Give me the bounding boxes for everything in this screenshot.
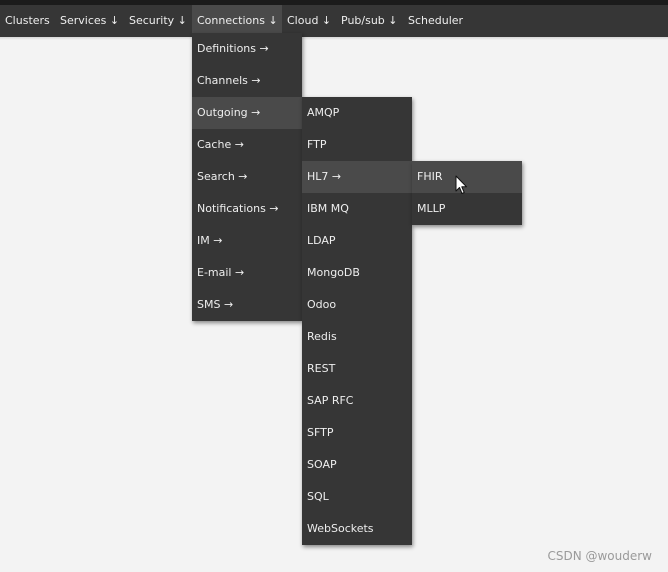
menu-item-fhir[interactable]: FHIR [412, 161, 522, 193]
menu-item-im[interactable]: IM → [192, 225, 302, 257]
menu-item-sap-rfc[interactable]: SAP RFC [302, 385, 412, 417]
menu-item-mllp[interactable]: MLLP [412, 193, 522, 225]
nav-security[interactable]: Security ↓ [124, 5, 192, 37]
menu-item-websockets[interactable]: WebSockets [302, 513, 412, 545]
menu-item-ldap[interactable]: LDAP [302, 225, 412, 257]
navbar-shadow [0, 37, 668, 40]
hl7-submenu: FHIR MLLP [412, 161, 522, 225]
nav-clusters[interactable]: Clusters [0, 5, 55, 37]
menu-item-channels[interactable]: Channels → [192, 65, 302, 97]
menu-item-search[interactable]: Search → [192, 161, 302, 193]
nav-pubsub[interactable]: Pub/sub ↓ [336, 5, 403, 37]
menu-item-ibm-mq[interactable]: IBM MQ [302, 193, 412, 225]
watermark-text: CSDN @wouderw [547, 549, 652, 563]
outgoing-submenu: AMQP FTP HL7 → IBM MQ LDAP MongoDB Odoo … [302, 97, 412, 545]
menu-item-amqp[interactable]: AMQP [302, 97, 412, 129]
menu-item-odoo[interactable]: Odoo [302, 289, 412, 321]
menu-item-redis[interactable]: Redis [302, 321, 412, 353]
menu-item-notifications[interactable]: Notifications → [192, 193, 302, 225]
menu-item-outgoing[interactable]: Outgoing → [192, 97, 302, 129]
menu-item-rest[interactable]: REST [302, 353, 412, 385]
menu-item-mongodb[interactable]: MongoDB [302, 257, 412, 289]
nav-scheduler[interactable]: Scheduler [403, 5, 468, 37]
menu-item-email[interactable]: E-mail → [192, 257, 302, 289]
menu-item-definitions[interactable]: Definitions → [192, 33, 302, 65]
main-navbar: Clusters Services ↓ Security ↓ Connectio… [0, 5, 668, 37]
menu-item-cache[interactable]: Cache → [192, 129, 302, 161]
connections-dropdown: Definitions → Channels → Outgoing → Cach… [192, 33, 302, 321]
menu-item-sftp[interactable]: SFTP [302, 417, 412, 449]
nav-services[interactable]: Services ↓ [55, 5, 124, 37]
menu-item-hl7[interactable]: HL7 → [302, 161, 412, 193]
mouse-pointer-icon [455, 175, 467, 194]
menu-item-ftp[interactable]: FTP [302, 129, 412, 161]
menu-item-soap[interactable]: SOAP [302, 449, 412, 481]
menu-item-sql[interactable]: SQL [302, 481, 412, 513]
menu-item-sms[interactable]: SMS → [192, 289, 302, 321]
